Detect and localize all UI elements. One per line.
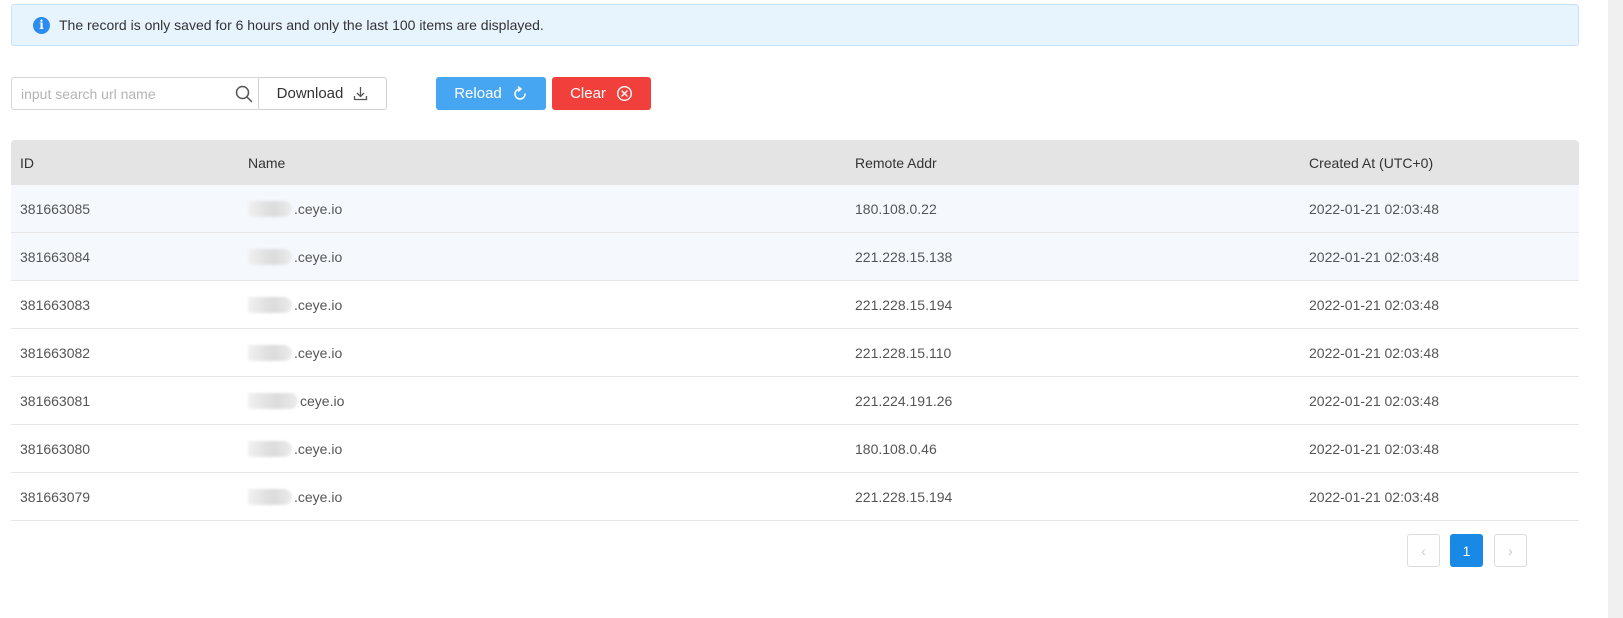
- redacted-blur: [248, 296, 292, 313]
- row-created-at: 2022-01-21 02:03:48: [1309, 344, 1439, 361]
- row-name-text: .ceye.io: [294, 296, 343, 313]
- pagination-page-button[interactable]: 1: [1450, 534, 1483, 567]
- row-name: .ceye.io: [248, 233, 342, 280]
- row-id: 381663083: [20, 296, 91, 313]
- row-created-at: 2022-01-21 02:03:48: [1309, 488, 1439, 505]
- row-name-text: ceye.io: [300, 392, 345, 409]
- row-name: .ceye.io: [248, 473, 342, 520]
- row-remote-addr: 221.228.15.110: [855, 344, 952, 361]
- table-row[interactable]: 381663079 .ceye.io 221.228.15.194 2022-0…: [11, 473, 1579, 521]
- redacted-blur: [248, 440, 292, 457]
- row-id: 381663079: [20, 488, 91, 505]
- row-remote-addr: 180.108.0.46: [855, 440, 937, 457]
- table-row[interactable]: 381663083 .ceye.io 221.228.15.194 2022-0…: [11, 281, 1579, 329]
- row-id: 381663080: [20, 440, 91, 457]
- clear-button[interactable]: Clear: [552, 77, 651, 110]
- column-header-id[interactable]: ID: [20, 140, 34, 185]
- row-id: 381663081: [20, 392, 91, 409]
- chevron-right-icon: ›: [1508, 542, 1513, 559]
- column-header-created-at[interactable]: Created At (UTC+0): [1309, 140, 1433, 185]
- column-header-name[interactable]: Name: [248, 140, 285, 185]
- table-row[interactable]: 381663084 .ceye.io 221.228.15.138 2022-0…: [11, 233, 1579, 281]
- row-name: .ceye.io: [248, 329, 342, 376]
- clear-button-label: Clear: [570, 85, 606, 102]
- row-created-at: 2022-01-21 02:03:48: [1309, 440, 1439, 457]
- row-remote-addr: 221.228.15.138: [855, 248, 953, 265]
- row-name-text: .ceye.io: [294, 344, 343, 361]
- row-remote-addr: 221.228.15.194: [855, 488, 953, 505]
- table-header: ID Name Remote Addr Created At (UTC+0): [11, 140, 1579, 185]
- row-name: .ceye.io: [248, 281, 342, 328]
- row-name: .ceye.io: [248, 425, 342, 472]
- redacted-blur: [248, 488, 292, 505]
- redacted-blur: [248, 344, 292, 361]
- refresh-icon: [514, 85, 526, 100]
- redacted-blur: [248, 200, 292, 217]
- row-name-text: .ceye.io: [294, 440, 343, 457]
- dns-query-records-page: i The record is only saved for 6 hours a…: [0, 0, 1623, 618]
- info-icon: i: [33, 16, 50, 34]
- chevron-left-icon: ‹: [1421, 542, 1426, 559]
- alert-text: The record is only saved for 6 hours and…: [59, 17, 544, 33]
- reload-button-label: Reload: [454, 85, 502, 102]
- row-created-at: 2022-01-21 02:03:48: [1309, 392, 1439, 409]
- pagination-next-button[interactable]: ›: [1494, 534, 1527, 567]
- row-id: 381663085: [20, 200, 91, 217]
- table-row[interactable]: 381663080 .ceye.io 180.108.0.46 2022-01-…: [11, 425, 1579, 473]
- row-remote-addr: 221.228.15.194: [855, 296, 953, 313]
- row-created-at: 2022-01-21 02:03:48: [1309, 200, 1439, 217]
- search-icon[interactable]: [235, 85, 253, 103]
- column-header-remote-addr[interactable]: Remote Addr: [855, 140, 937, 185]
- row-name: .ceye.io: [248, 185, 342, 232]
- redacted-blur: [248, 248, 292, 265]
- vertical-scrollbar[interactable]: [1608, 0, 1623, 618]
- table-row[interactable]: 381663081 ceye.io 221.224.191.26 2022-01…: [11, 377, 1579, 425]
- row-remote-addr: 221.224.191.26: [855, 392, 953, 409]
- search-box: [11, 77, 261, 110]
- reload-button[interactable]: Reload: [436, 77, 546, 110]
- row-remote-addr: 180.108.0.22: [855, 200, 937, 217]
- row-id: 381663082: [20, 344, 91, 361]
- row-created-at: 2022-01-21 02:03:48: [1309, 248, 1439, 265]
- download-button[interactable]: Download: [258, 77, 387, 110]
- search-input[interactable]: [13, 79, 239, 108]
- pagination-page-number: 1: [1462, 542, 1471, 559]
- row-name: ceye.io: [248, 377, 344, 424]
- redacted-blur: [248, 392, 298, 409]
- row-name-text: .ceye.io: [294, 200, 343, 217]
- info-alert: i The record is only saved for 6 hours a…: [11, 4, 1579, 46]
- row-id: 381663084: [20, 248, 91, 265]
- records-table: ID Name Remote Addr Created At (UTC+0) 3…: [11, 140, 1579, 521]
- table-row[interactable]: 381663085 .ceye.io 180.108.0.22 2022-01-…: [11, 185, 1579, 233]
- pagination-prev-button[interactable]: ‹: [1407, 534, 1440, 567]
- row-name-text: .ceye.io: [294, 248, 343, 265]
- close-circle-icon: [616, 85, 632, 102]
- download-icon: [354, 87, 368, 101]
- row-created-at: 2022-01-21 02:03:48: [1309, 296, 1439, 313]
- table-row[interactable]: 381663082 .ceye.io 221.228.15.110 2022-0…: [11, 329, 1579, 377]
- download-button-label: Download: [276, 85, 344, 102]
- row-name-text: .ceye.io: [294, 488, 343, 505]
